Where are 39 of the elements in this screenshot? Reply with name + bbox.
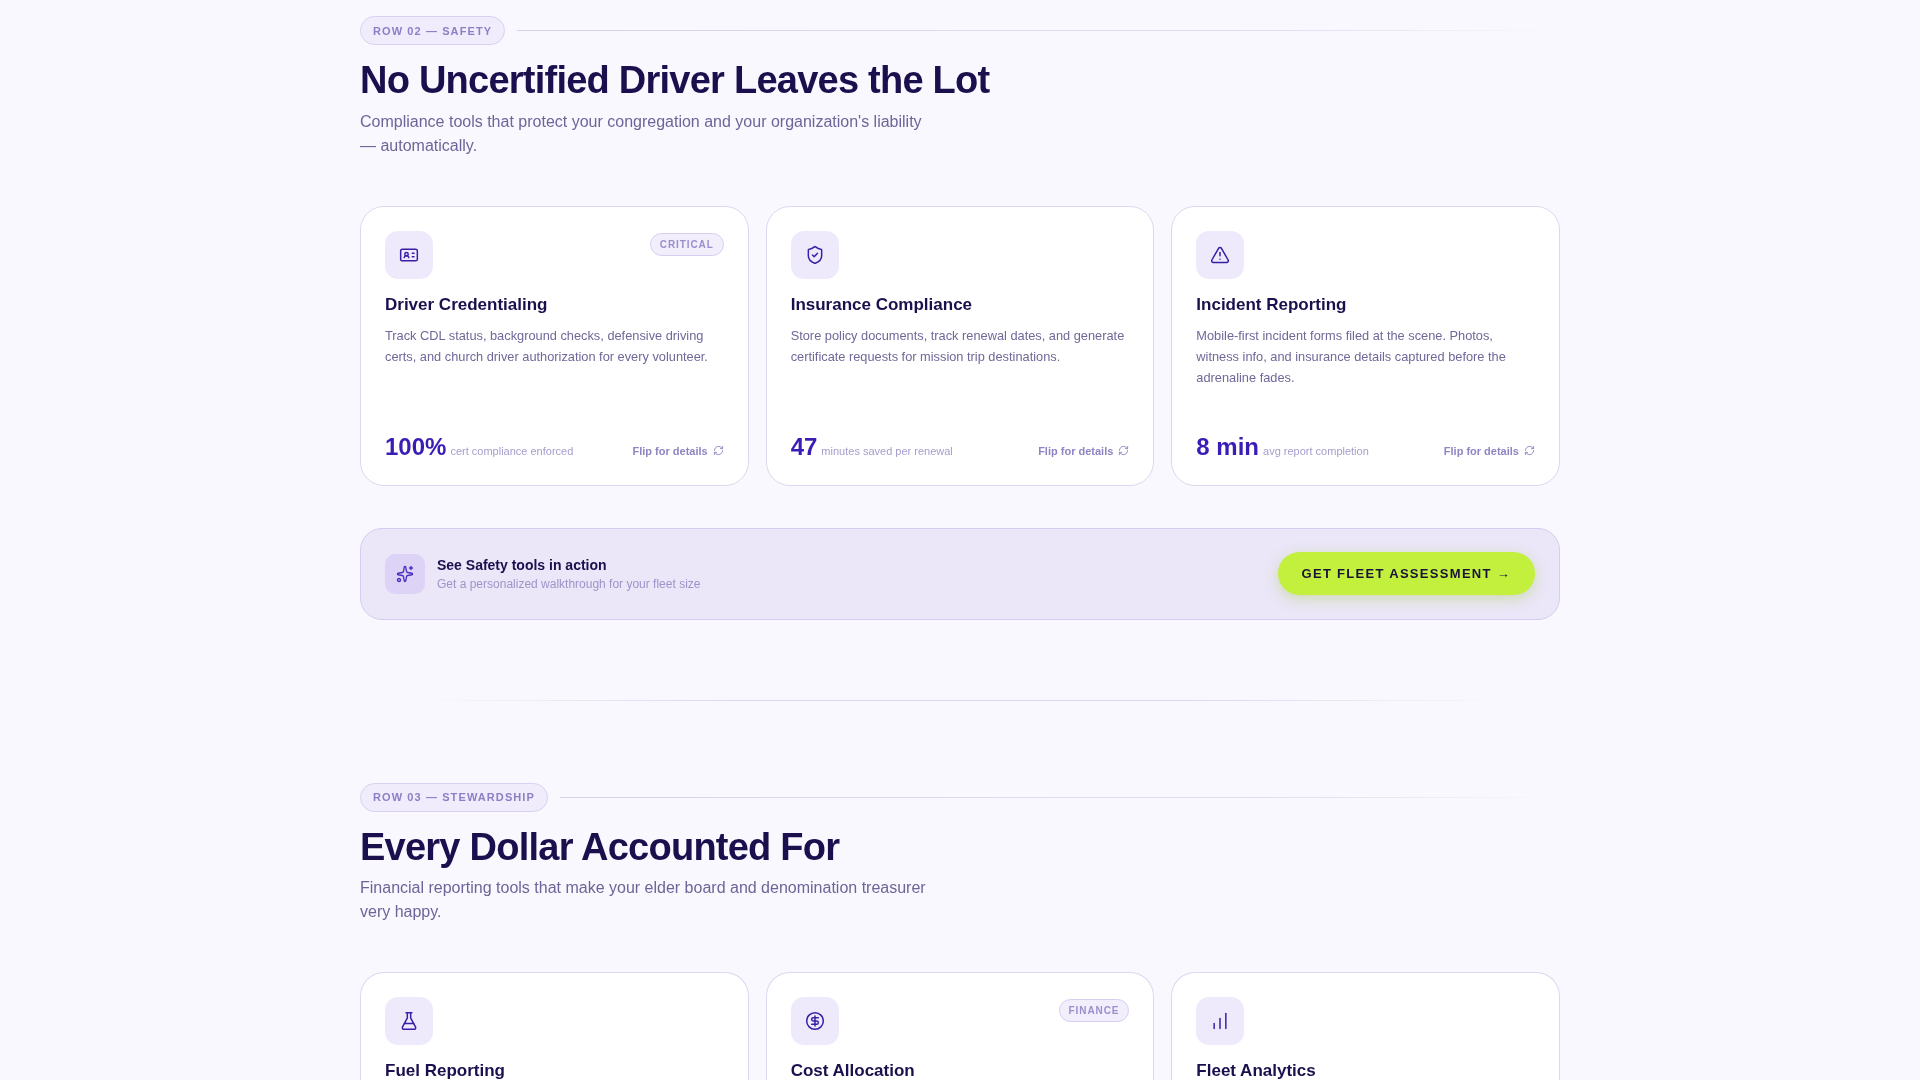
stat-value: 8 min bbox=[1196, 434, 1259, 459]
refresh-icon bbox=[1524, 445, 1535, 457]
stat-label: avg report completion bbox=[1263, 444, 1369, 457]
section-tag: ROW 03 — STEWARDSHIP bbox=[360, 782, 548, 812]
flip-button[interactable]: Flip for details bbox=[1038, 444, 1130, 457]
stat-value: 100% bbox=[385, 434, 447, 459]
card-description: Track CDL status, background checks, defensive driving certs, and church driver authorization for every volunteer. bbox=[385, 327, 709, 367]
section-heading: No Uncertified Driver Leaves the Lot bbox=[360, 59, 991, 103]
card-title: Incident Reporting bbox=[1196, 294, 1348, 316]
id-card-icon bbox=[385, 230, 433, 279]
flip-button[interactable]: Flip for details bbox=[632, 444, 724, 457]
card-title: Cost Allocation bbox=[790, 1061, 916, 1080]
warning-triangle-icon bbox=[1196, 230, 1245, 279]
section-tag: ROW 02 — SAFETY bbox=[360, 16, 506, 45]
dollar-coin-icon bbox=[790, 997, 839, 1046]
section-subtitle: Financial reporting tools that make your elder board and denomination treasurer very happy. bbox=[360, 878, 927, 923]
shield-check-icon bbox=[790, 230, 839, 279]
bar-chart-icon bbox=[1196, 997, 1245, 1046]
stat-label: minutes saved per renewal bbox=[821, 444, 953, 457]
refresh-icon bbox=[1118, 445, 1130, 457]
sparkles-icon bbox=[385, 553, 425, 594]
card-title: Insurance Compliance bbox=[790, 294, 974, 316]
card-badge: CRITICAL bbox=[649, 232, 724, 256]
stat-value: 47 bbox=[790, 434, 818, 459]
flip-button[interactable]: Flip for details bbox=[1443, 444, 1535, 457]
section-subtitle: Compliance tools that protect your congregation and your organization's liability — automatically. bbox=[360, 111, 923, 156]
card-title: Fleet Analytics bbox=[1196, 1061, 1317, 1080]
assessment-button[interactable]: GET FLEET ASSESSMENT → bbox=[1277, 552, 1535, 596]
section-heading: Every Dollar Accounted For bbox=[360, 825, 841, 870]
stat-label: cert compliance enforced bbox=[450, 444, 574, 457]
card-title: Fuel Reporting bbox=[385, 1061, 506, 1080]
refresh-icon bbox=[712, 445, 724, 457]
card-description: Mobile-first incident forms filed at the scene. Photos, witness info, and insurance details captured before the adrenaline fades. bbox=[1196, 327, 1507, 388]
card-badge: FINANCE bbox=[1058, 999, 1130, 1023]
cta-subtitle: Get a personalized walkthrough for your fleet size bbox=[437, 576, 701, 591]
card-description: Store policy documents, track renewal dates, and generate certificate requests for mission trip destinations. bbox=[790, 327, 1126, 367]
cta-title: See Safety tools in action bbox=[437, 556, 608, 573]
card-title: Driver Credentialing bbox=[385, 294, 549, 316]
flask-icon bbox=[385, 997, 433, 1046]
